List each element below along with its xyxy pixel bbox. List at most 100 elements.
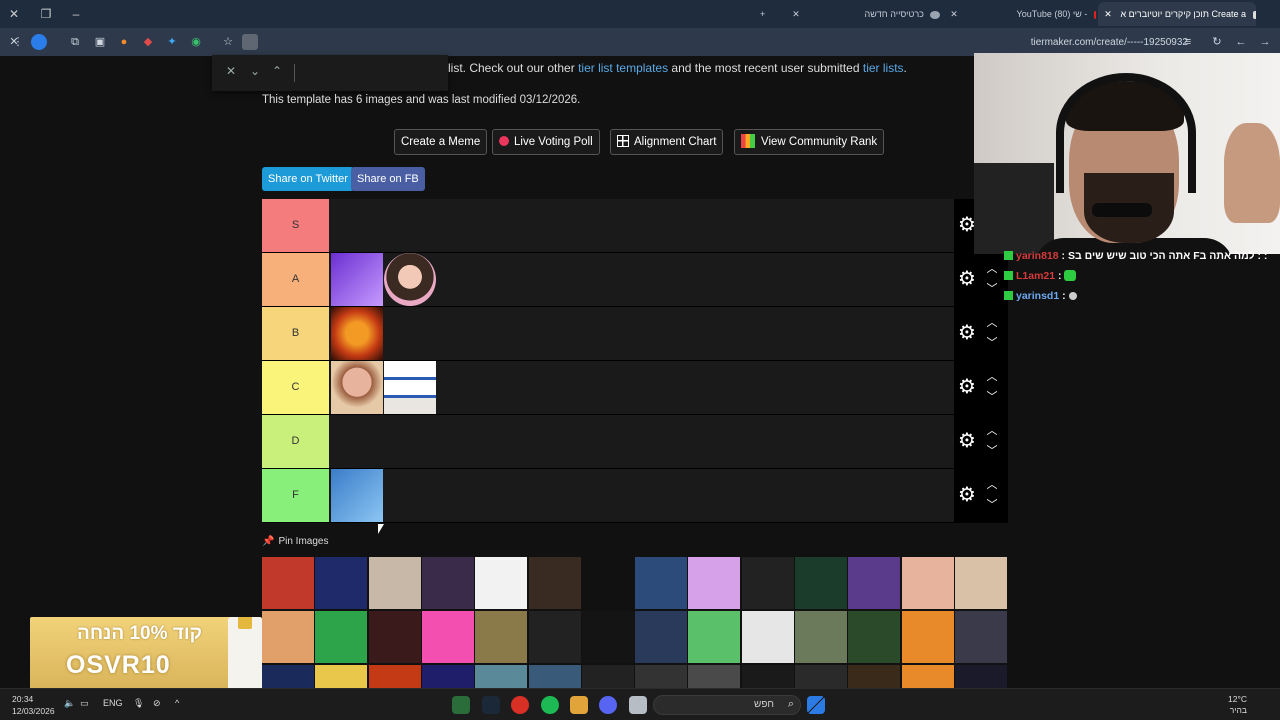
gallery-image[interactable] [528, 557, 581, 609]
back-icon[interactable]: ← [1233, 34, 1249, 50]
tier-label[interactable]: D [262, 415, 329, 468]
mute-icon[interactable]: ⊘ [153, 698, 161, 709]
extension-red-icon[interactable]: ◆ [140, 34, 156, 50]
share-twitter-button[interactable]: Share on Twitter [262, 167, 354, 191]
gallery-image[interactable] [262, 611, 314, 663]
gallery-image[interactable] [688, 611, 741, 663]
gallery-image[interactable] [581, 611, 634, 663]
gallery-image[interactable] [368, 557, 421, 609]
mic-icon[interactable]: 🎙 [133, 698, 144, 709]
site-info-icon[interactable] [242, 34, 258, 50]
chevron-down-icon[interactable]: ﹀ [986, 337, 998, 349]
close-icon[interactable]: ✕ [1102, 2, 1114, 26]
gallery-image[interactable] [421, 611, 474, 663]
chevron-down-icon[interactable]: ﹀ [986, 283, 998, 295]
gallery-image[interactable] [315, 557, 368, 609]
gallery-image[interactable] [741, 557, 794, 609]
gallery-image[interactable] [315, 665, 368, 688]
tab-groups-icon[interactable]: ▣ [92, 34, 108, 50]
gallery-image[interactable] [795, 557, 847, 609]
new-tab-button[interactable]: + [760, 2, 780, 26]
tier-lists-link[interactable]: tier lists [863, 61, 904, 75]
tier-drop-zone[interactable] [330, 253, 954, 306]
volume-icon[interactable]: 🔈 [64, 698, 75, 709]
profile-icon[interactable] [31, 34, 47, 50]
forward-icon[interactable]: → [1257, 34, 1273, 50]
close-icon[interactable]: ✕ [790, 2, 802, 26]
extension-green-icon[interactable]: ◉ [188, 34, 204, 50]
tier-drop-zone[interactable] [330, 469, 954, 522]
windows-start-icon[interactable] [807, 696, 825, 714]
gallery-image[interactable] [528, 665, 581, 688]
gallery-image[interactable] [528, 611, 581, 663]
file-explorer-icon[interactable] [629, 696, 647, 714]
view-community-rank-button[interactable]: View Community Rank [734, 129, 885, 155]
extension-icon[interactable]: ⧉ [67, 34, 83, 50]
gallery-image[interactable] [475, 557, 528, 609]
close-window-icon[interactable]: ✕ [6, 6, 22, 22]
extension-orange-icon[interactable]: ● [116, 34, 132, 50]
chevron-up-icon[interactable]: ^ [175, 698, 179, 708]
chevron-up-icon[interactable]: ︿ [986, 479, 998, 491]
gallery-image[interactable] [368, 665, 421, 688]
chevron-up-icon[interactable]: ︿ [986, 371, 998, 383]
gallery-image[interactable] [635, 611, 688, 663]
create-meme-button[interactable]: Create a Meme [394, 129, 488, 155]
cartoon-avatar[interactable] [331, 469, 383, 522]
app-icon[interactable] [452, 696, 470, 714]
discord-icon[interactable] [599, 696, 617, 714]
tier-label[interactable]: A [262, 253, 329, 306]
tab-youtube[interactable]: ✕ YouTube (80) שי - [944, 2, 1096, 26]
tier-label[interactable]: C [262, 361, 329, 414]
tier-label[interactable]: F [262, 469, 329, 522]
gallery-image[interactable] [581, 665, 634, 688]
spotify-icon[interactable] [541, 696, 559, 714]
promo-banner[interactable]: קוד 10% הנחה OSVR10 [30, 617, 262, 691]
gallery-image[interactable] [262, 665, 314, 688]
gallery-image[interactable] [475, 665, 528, 688]
alignment-chart-button[interactable]: Alignment Chart [610, 129, 724, 155]
menu-icon[interactable]: ⋮ [10, 34, 26, 50]
reload-icon[interactable]: ↻ [1209, 34, 1225, 50]
chrome-icon[interactable] [511, 696, 529, 714]
tier-drop-zone[interactable] [330, 361, 954, 414]
chevron-down-icon[interactable]: ﹀ [986, 391, 998, 403]
tier-drop-zone[interactable] [330, 199, 954, 252]
gallery-image[interactable] [848, 557, 901, 609]
steam-icon[interactable] [482, 696, 500, 714]
language-indicator[interactable]: ENG [103, 698, 123, 708]
gallery-image[interactable] [848, 665, 901, 688]
close-icon[interactable]: ✕ [948, 2, 960, 26]
gear-icon[interactable]: ⚙ [958, 323, 978, 343]
chevron-up-icon[interactable]: ︿ [986, 263, 998, 275]
bookmark-star-icon[interactable]: ☆ [220, 34, 236, 50]
app-icon[interactable] [570, 696, 588, 714]
gallery-image[interactable] [741, 611, 794, 663]
purple-avatar[interactable] [331, 253, 383, 306]
tier-label[interactable]: B [262, 307, 329, 360]
gallery-image[interactable] [901, 665, 954, 688]
chevron-down-icon[interactable]: ⌄ [250, 64, 260, 78]
gallery-image[interactable] [954, 665, 1007, 688]
tier-label[interactable]: S [262, 199, 329, 252]
minimize-window-icon[interactable]: – [68, 6, 84, 22]
restore-window-icon[interactable]: ❐ [38, 6, 54, 22]
tier-drop-zone[interactable] [330, 307, 954, 360]
gallery-image[interactable] [262, 557, 314, 609]
pin-images-toggle[interactable]: 📌 Pin Images [262, 536, 328, 547]
bald-man-avatar[interactable] [331, 361, 383, 414]
tab-tiermaker[interactable]: ✕ תוכן קיקרים יוטיוברים א Create a [1098, 2, 1256, 26]
gallery-image[interactable] [688, 665, 741, 688]
clock[interactable]: 20:34 12/03/2026 [12, 693, 55, 717]
tab-new-tab[interactable]: ✕ כרטיסייה חדשה [786, 2, 954, 26]
tiger-avatar[interactable] [331, 307, 383, 360]
tier-list-templates-link[interactable]: tier list templates [578, 61, 668, 75]
woman-avatar[interactable] [384, 253, 436, 306]
gallery-image[interactable] [581, 557, 634, 609]
chevron-up-icon[interactable]: ︿ [986, 317, 998, 329]
gallery-image[interactable] [954, 611, 1007, 663]
gallery-image[interactable] [421, 557, 474, 609]
taskbar-search[interactable]: חפש ⌕ [653, 695, 801, 715]
chevron-up-icon[interactable]: ︿ [986, 425, 998, 437]
address-bar[interactable]: tiermaker.com/create/-----19250932 [1031, 37, 1188, 48]
